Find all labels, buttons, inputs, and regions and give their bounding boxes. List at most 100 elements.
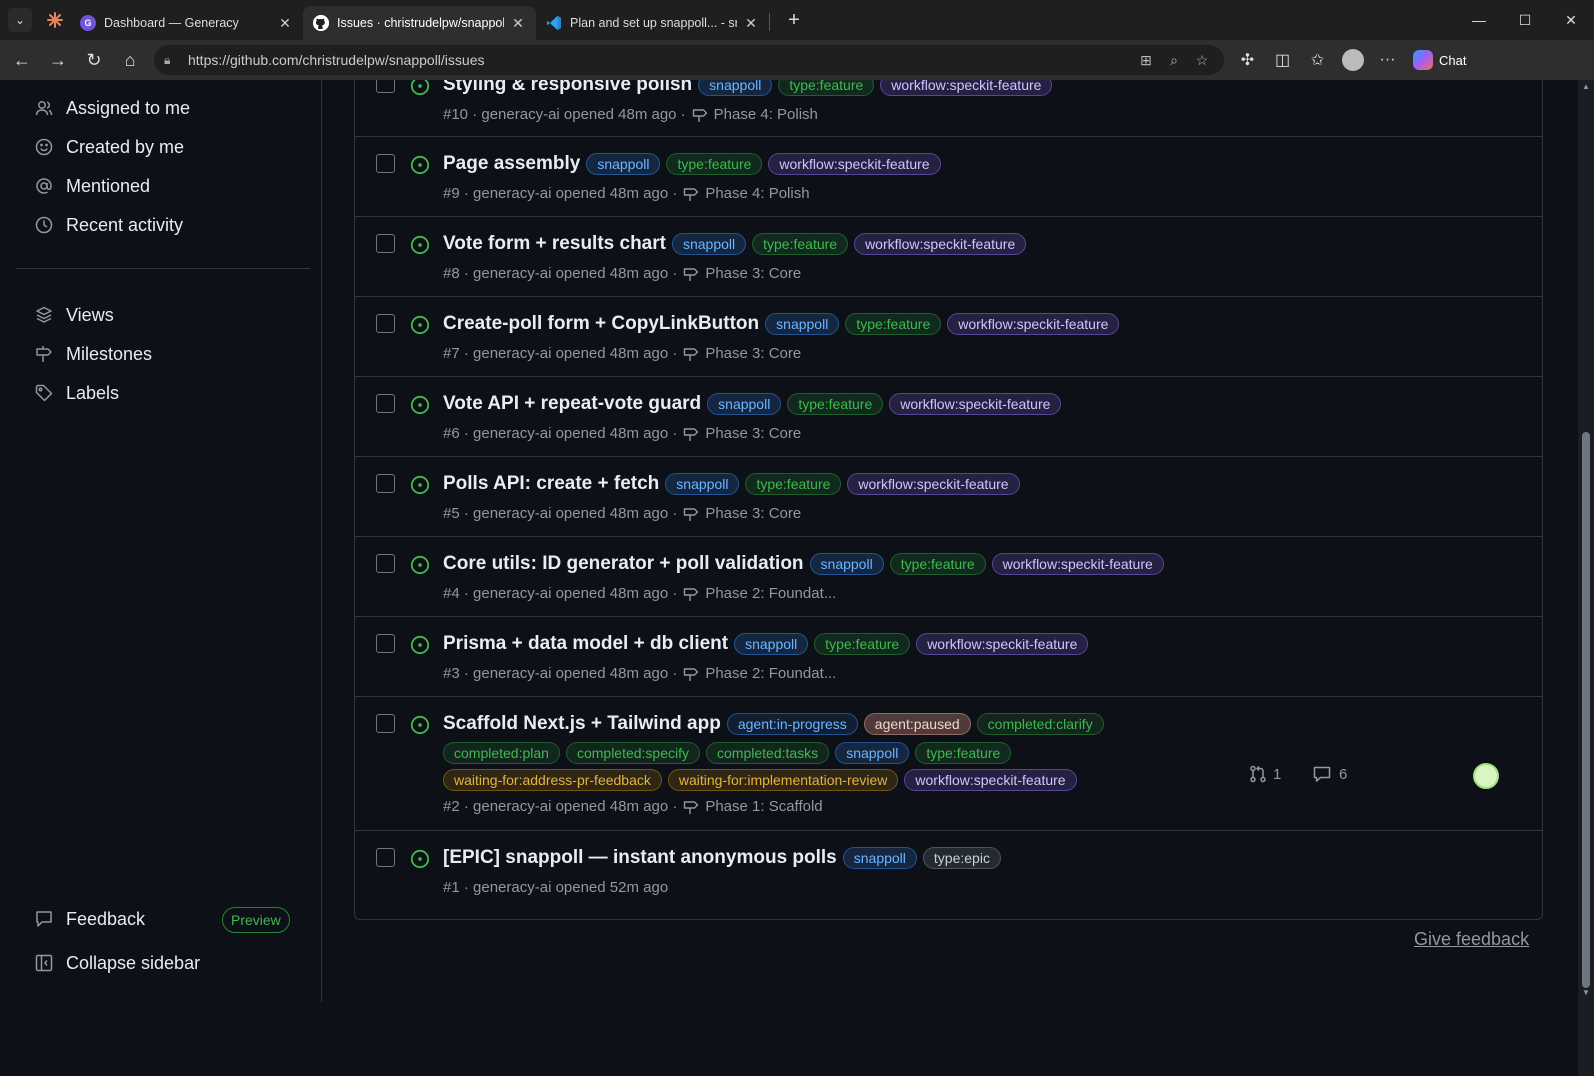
- milestone-link[interactable]: Phase 3: Core: [705, 505, 801, 522]
- issue-checkbox[interactable]: [376, 554, 395, 573]
- label-badge[interactable]: type:feature: [778, 80, 875, 96]
- home-icon[interactable]: ⌂: [112, 44, 148, 76]
- pinned-tab[interactable]: [40, 0, 70, 40]
- issue-checkbox[interactable]: [376, 80, 395, 93]
- label-badge[interactable]: completed:clarify: [976, 713, 1104, 735]
- label-badge[interactable]: workflow:speckit-feature: [991, 553, 1164, 575]
- label-badge[interactable]: agent:in-progress: [726, 713, 858, 735]
- tab-issues[interactable]: Issues · christrudelpw/snappoll ✕: [303, 6, 536, 40]
- favorite-star-icon[interactable]: ☆: [1188, 52, 1216, 69]
- sidebar-item-recent[interactable]: Recent activity: [34, 209, 183, 241]
- issue-row[interactable]: Page assembly snappoll type:feature work…: [355, 137, 1542, 217]
- issue-row[interactable]: Vote form + results chart snappoll type:…: [355, 217, 1542, 297]
- milestone-link[interactable]: Phase 2: Foundat...: [705, 665, 836, 682]
- scroll-thumb[interactable]: [1582, 432, 1590, 988]
- issue-checkbox[interactable]: [376, 474, 395, 493]
- label-badge[interactable]: type:feature: [666, 153, 763, 175]
- sidebar-item-labels[interactable]: Labels: [34, 377, 119, 409]
- issue-title-link[interactable]: Page assembly: [443, 153, 580, 175]
- label-badge[interactable]: snappoll: [734, 633, 809, 655]
- label-badge[interactable]: workflow:speckit-feature: [768, 153, 941, 175]
- label-badge[interactable]: workflow:speckit-feature: [854, 233, 1027, 255]
- issue-row[interactable]: Core utils: ID generator + poll validati…: [355, 537, 1542, 617]
- maximize-icon[interactable]: ☐: [1502, 0, 1548, 40]
- issue-title-link[interactable]: Prisma + data model + db client: [443, 633, 728, 655]
- milestone-link[interactable]: Phase 3: Core: [705, 265, 801, 282]
- issue-row[interactable]: Vote API + repeat-vote guard snappoll ty…: [355, 377, 1542, 457]
- issue-title-link[interactable]: Core utils: ID generator + poll validati…: [443, 553, 804, 575]
- label-badge[interactable]: waiting-for:implementation-review: [667, 769, 899, 791]
- issue-row[interactable]: [EPIC] snappoll — instant anonymous poll…: [355, 831, 1542, 911]
- milestone-link[interactable]: Phase 3: Core: [705, 345, 801, 362]
- label-badge[interactable]: type:feature: [814, 633, 911, 655]
- issue-checkbox[interactable]: [376, 394, 395, 413]
- milestone-link[interactable]: Phase 2: Foundat...: [705, 585, 836, 602]
- more-menu-icon[interactable]: ···: [1370, 44, 1405, 76]
- label-badge[interactable]: type:feature: [745, 473, 842, 495]
- label-badge[interactable]: waiting-for:address-pr-feedback: [443, 769, 662, 791]
- sidebar-item-views[interactable]: Views: [34, 299, 114, 331]
- issue-row[interactable]: Prisma + data model + db client snappoll…: [355, 617, 1542, 697]
- profile-avatar[interactable]: [1335, 44, 1370, 76]
- issue-checkbox[interactable]: [376, 634, 395, 653]
- issue-checkbox[interactable]: [376, 714, 395, 733]
- milestone-link[interactable]: Phase 4: Polish: [705, 185, 809, 202]
- copilot-chat-button[interactable]: Chat: [1413, 50, 1466, 70]
- label-badge[interactable]: snappoll: [698, 80, 773, 96]
- label-badge[interactable]: snappoll: [671, 233, 747, 255]
- milestone-link[interactable]: Phase 4: Polish: [714, 106, 818, 123]
- issue-checkbox[interactable]: [376, 848, 395, 867]
- sidebar-item-milestones[interactable]: Milestones: [34, 338, 152, 370]
- sidebar-item-feedback[interactable]: Feedback: [34, 903, 145, 935]
- label-badge[interactable]: agent:paused: [863, 713, 971, 735]
- milestone-link[interactable]: Phase 1: Scaffold: [705, 798, 822, 815]
- sidebar-item-mentioned[interactable]: Mentioned: [34, 170, 150, 202]
- label-badge[interactable]: snappoll: [765, 313, 840, 335]
- label-badge[interactable]: completed:specify: [565, 742, 701, 764]
- issue-title-link[interactable]: Create-poll form + CopyLinkButton: [443, 313, 759, 335]
- app-grid-icon[interactable]: ⊞: [1132, 52, 1160, 69]
- tab-vscode[interactable]: Plan and set up snappoll... - snapp ✕: [536, 6, 769, 40]
- label-badge[interactable]: workflow:speckit-feature: [880, 80, 1053, 96]
- label-badge[interactable]: snappoll: [835, 742, 910, 764]
- forward-arrow-icon[interactable]: →: [40, 44, 76, 76]
- window-close-icon[interactable]: ✕: [1548, 0, 1594, 40]
- extensions-puzzle-icon[interactable]: ✣: [1230, 44, 1265, 76]
- close-icon[interactable]: ✕: [277, 15, 293, 32]
- label-badge[interactable]: workflow:speckit-feature: [847, 473, 1020, 495]
- issue-title-link[interactable]: Polls API: create + fetch: [443, 473, 659, 495]
- label-badge[interactable]: snappoll: [842, 847, 917, 869]
- label-badge[interactable]: type:feature: [752, 233, 849, 255]
- scroll-down-icon[interactable]: ▼: [1582, 988, 1590, 997]
- label-badge[interactable]: type:epic: [922, 847, 1001, 869]
- split-screen-icon[interactable]: ◫: [1265, 44, 1300, 76]
- sidebar-item-created[interactable]: Created by me: [34, 131, 184, 163]
- new-tab-plus-icon[interactable]: +: [780, 6, 808, 34]
- label-badge[interactable]: workflow:speckit-feature: [947, 313, 1120, 335]
- zoom-icon[interactable]: ⌕: [1160, 52, 1188, 69]
- label-badge[interactable]: completed:tasks: [706, 742, 830, 764]
- label-badge[interactable]: snappoll: [809, 553, 884, 575]
- comment-count[interactable]: 6: [1313, 765, 1347, 783]
- label-badge[interactable]: snappoll: [707, 393, 782, 415]
- give-feedback-link[interactable]: Give feedback: [1414, 929, 1529, 950]
- address-bar[interactable]: 🔒︎ https://github.com/christrudelpw/snap…: [154, 45, 1224, 75]
- page-scrollbar[interactable]: ▲ ▼: [1578, 80, 1594, 1076]
- label-badge[interactable]: workflow:speckit-feature: [889, 393, 1062, 415]
- issue-checkbox[interactable]: [376, 234, 395, 253]
- issue-title-link[interactable]: Vote form + results chart: [443, 233, 666, 255]
- issue-title-link[interactable]: [EPIC] snappoll — instant anonymous poll…: [443, 847, 837, 869]
- reload-icon[interactable]: ↻: [76, 44, 112, 76]
- scroll-up-icon[interactable]: ▲: [1582, 82, 1590, 91]
- label-badge[interactable]: type:feature: [787, 393, 884, 415]
- issue-row[interactable]: Polls API: create + fetch snappoll type:…: [355, 457, 1542, 537]
- favorites-icon[interactable]: ✩: [1300, 44, 1335, 76]
- issue-row[interactable]: Create-poll form + CopyLinkButton snappo…: [355, 297, 1542, 377]
- milestone-link[interactable]: Phase 3: Core: [705, 425, 801, 442]
- linked-pr-count[interactable]: 1: [1249, 765, 1281, 783]
- issue-row[interactable]: Scaffold Next.js + Tailwind app agent:in…: [355, 697, 1542, 831]
- close-icon[interactable]: ✕: [743, 15, 759, 32]
- label-badge[interactable]: type:feature: [889, 553, 986, 575]
- label-badge[interactable]: type:feature: [845, 313, 942, 335]
- issue-title-link[interactable]: Scaffold Next.js + Tailwind app: [443, 713, 721, 735]
